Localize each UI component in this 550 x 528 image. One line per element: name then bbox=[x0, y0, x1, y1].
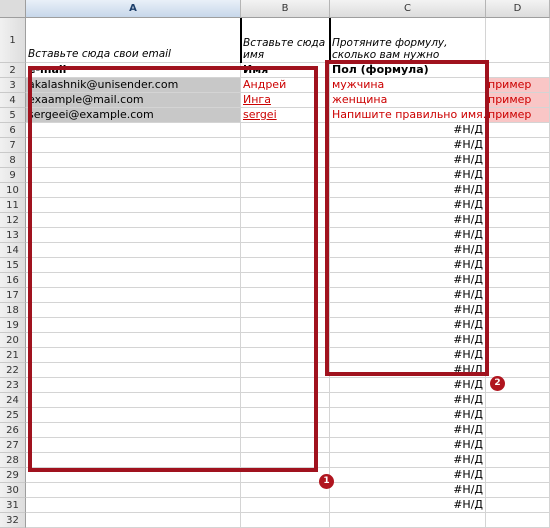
row-header-20[interactable]: 20 bbox=[0, 333, 26, 348]
cell-d30[interactable] bbox=[486, 483, 550, 498]
row-header-13[interactable]: 13 bbox=[0, 228, 26, 243]
highlight-box-email-name bbox=[28, 66, 318, 472]
cell-d18[interactable] bbox=[486, 303, 550, 318]
row-header-28[interactable]: 28 bbox=[0, 453, 26, 468]
cell-b30[interactable] bbox=[241, 483, 330, 498]
cell-c25[interactable]: #Н/Д bbox=[330, 408, 486, 423]
cell-d17[interactable] bbox=[486, 288, 550, 303]
row-header-15[interactable]: 15 bbox=[0, 258, 26, 273]
column-header-b[interactable]: B bbox=[241, 0, 330, 18]
badge-2: 2 bbox=[490, 376, 505, 391]
cell-d13[interactable] bbox=[486, 228, 550, 243]
cell-d28[interactable] bbox=[486, 453, 550, 468]
cell-d31[interactable] bbox=[486, 498, 550, 513]
cell-c29[interactable]: #Н/Д bbox=[330, 468, 486, 483]
row-header-8[interactable]: 8 bbox=[0, 153, 26, 168]
row-header-11[interactable]: 11 bbox=[0, 198, 26, 213]
cell-d27[interactable] bbox=[486, 438, 550, 453]
row-header-3[interactable]: 3 bbox=[0, 78, 26, 93]
row-header-18[interactable]: 18 bbox=[0, 303, 26, 318]
cell-d5[interactable]: пример bbox=[486, 108, 550, 123]
column-header-a[interactable]: A bbox=[26, 0, 241, 18]
cell-d19[interactable] bbox=[486, 318, 550, 333]
cell-d3[interactable]: пример bbox=[486, 78, 550, 93]
cell-a30[interactable] bbox=[26, 483, 241, 498]
cell-d7[interactable] bbox=[486, 138, 550, 153]
cell-d6[interactable] bbox=[486, 123, 550, 138]
cell-border bbox=[329, 18, 331, 63]
cell-c30[interactable]: #Н/Д bbox=[330, 483, 486, 498]
cell-a31[interactable] bbox=[26, 498, 241, 513]
cell-d11[interactable] bbox=[486, 198, 550, 213]
spreadsheet: A B C D 1 Вставьте сюда свои email Встав… bbox=[0, 0, 550, 528]
cell-c27[interactable]: #Н/Д bbox=[330, 438, 486, 453]
highlight-box-gender-formula bbox=[325, 60, 489, 376]
cell-c31[interactable]: #Н/Д bbox=[330, 498, 486, 513]
row-header-5[interactable]: 5 bbox=[0, 108, 26, 123]
cell-d25[interactable] bbox=[486, 408, 550, 423]
cell-d8[interactable] bbox=[486, 153, 550, 168]
cell-d14[interactable] bbox=[486, 243, 550, 258]
cell-d32[interactable] bbox=[486, 513, 550, 528]
select-all-corner[interactable] bbox=[0, 0, 26, 18]
row-header-12[interactable]: 12 bbox=[0, 213, 26, 228]
row-header-23[interactable]: 23 bbox=[0, 378, 26, 393]
row-header-31[interactable]: 31 bbox=[0, 498, 26, 513]
cell-c23[interactable]: #Н/Д bbox=[330, 378, 486, 393]
row-header-30[interactable]: 30 bbox=[0, 483, 26, 498]
row-header-4[interactable]: 4 bbox=[0, 93, 26, 108]
cell-d9[interactable] bbox=[486, 168, 550, 183]
row-header-10[interactable]: 10 bbox=[0, 183, 26, 198]
badge-1: 1 bbox=[319, 474, 334, 489]
cell-b31[interactable] bbox=[241, 498, 330, 513]
cell-d10[interactable] bbox=[486, 183, 550, 198]
cell-d20[interactable] bbox=[486, 333, 550, 348]
cell-d2[interactable] bbox=[486, 63, 550, 78]
cell-d12[interactable] bbox=[486, 213, 550, 228]
cell-a32[interactable] bbox=[26, 513, 241, 528]
row-header-26[interactable]: 26 bbox=[0, 423, 26, 438]
cell-c1[interactable]: Протяните формулу, сколько вам нужно bbox=[330, 18, 486, 63]
row-header-25[interactable]: 25 bbox=[0, 408, 26, 423]
row-header-14[interactable]: 14 bbox=[0, 243, 26, 258]
cell-a1[interactable]: Вставьте сюда свои email bbox=[26, 18, 241, 63]
cell-d15[interactable] bbox=[486, 258, 550, 273]
row-header-9[interactable]: 9 bbox=[0, 168, 26, 183]
cell-c32[interactable] bbox=[330, 513, 486, 528]
cell-border bbox=[240, 18, 242, 63]
row-header-2[interactable]: 2 bbox=[0, 63, 26, 78]
row-header-6[interactable]: 6 bbox=[0, 123, 26, 138]
cell-c26[interactable]: #Н/Д bbox=[330, 423, 486, 438]
row-header-17[interactable]: 17 bbox=[0, 288, 26, 303]
row-header-21[interactable]: 21 bbox=[0, 348, 26, 363]
cell-d4[interactable]: пример bbox=[486, 93, 550, 108]
row-header-1[interactable]: 1 bbox=[0, 18, 26, 63]
row-header-16[interactable]: 16 bbox=[0, 273, 26, 288]
cell-d21[interactable] bbox=[486, 348, 550, 363]
cell-d24[interactable] bbox=[486, 393, 550, 408]
row-header-22[interactable]: 22 bbox=[0, 363, 26, 378]
cell-c24[interactable]: #Н/Д bbox=[330, 393, 486, 408]
row-header-19[interactable]: 19 bbox=[0, 318, 26, 333]
cell-d1[interactable] bbox=[486, 18, 550, 63]
row-header-32[interactable]: 32 bbox=[0, 513, 26, 528]
cell-b1[interactable]: Вставьте сюда имя bbox=[241, 18, 330, 63]
row-header-29[interactable]: 29 bbox=[0, 468, 26, 483]
cell-d26[interactable] bbox=[486, 423, 550, 438]
row-header-7[interactable]: 7 bbox=[0, 138, 26, 153]
row-header-24[interactable]: 24 bbox=[0, 393, 26, 408]
cell-d16[interactable] bbox=[486, 273, 550, 288]
row-header-27[interactable]: 27 bbox=[0, 438, 26, 453]
column-header-d[interactable]: D bbox=[486, 0, 550, 18]
column-header-c[interactable]: C bbox=[330, 0, 486, 18]
cell-b32[interactable] bbox=[241, 513, 330, 528]
cell-c28[interactable]: #Н/Д bbox=[330, 453, 486, 468]
cell-d29[interactable] bbox=[486, 468, 550, 483]
